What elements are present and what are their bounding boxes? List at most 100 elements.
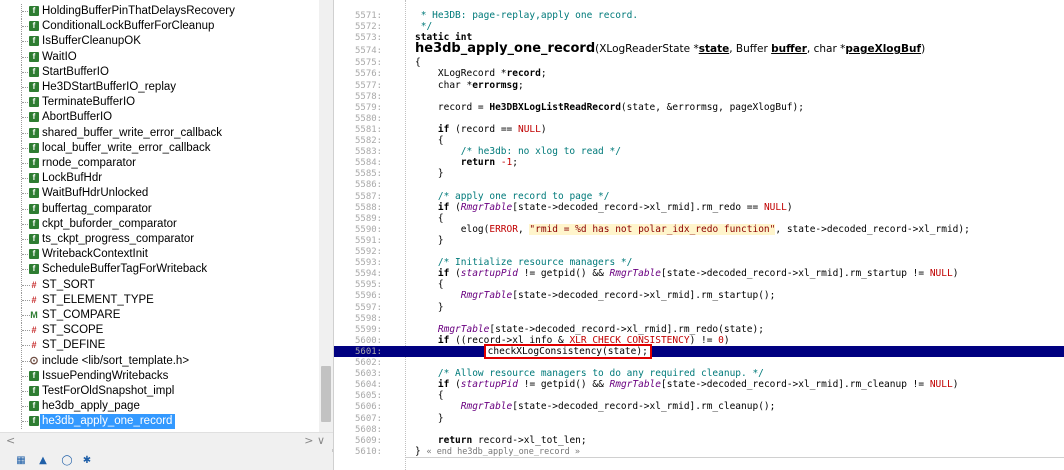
symbol-item-label: WritebackContextInit (42, 248, 148, 261)
function-icon (29, 82, 39, 92)
function-icon (29, 21, 39, 32)
symbol-item[interactable]: ConditionalLockBufferForCleanup (0, 19, 319, 35)
function-icon (29, 386, 39, 396)
symbol-item[interactable]: ST_ELEMENT_TYPE (0, 292, 319, 308)
settings-icon[interactable]: ✱ (80, 455, 94, 467)
symbol-item[interactable]: TestForOldSnapshot_impl (0, 384, 319, 399)
editor-bottom-rule (406, 457, 1064, 458)
function-icon (29, 97, 39, 108)
code-line: 5592: (334, 246, 1064, 257)
code-line: 5595: { (334, 279, 1064, 290)
symbol-item[interactable]: ST_SCOPE (0, 323, 319, 339)
symbol-item-label: ST_SCOPE (42, 324, 104, 337)
vertical-scrollbar-thumb[interactable] (321, 366, 331, 422)
scroll-left-arrow-icon[interactable]: < (6, 434, 15, 447)
symbol-item-label: IssuePendingWritebacks (42, 369, 169, 382)
symbol-item[interactable]: StartBufferIO (0, 64, 319, 80)
symbol-item[interactable]: TerminateBufferIO (0, 95, 319, 111)
code-line: 5610:} « end he3db_apply_one_record » (334, 446, 1064, 457)
symbol-item-label: ST_SORT (42, 278, 95, 291)
line-number: 5610: (355, 446, 383, 457)
function-icon (29, 188, 39, 199)
code-line: 5606: RmgrTable[state->decoded_record->x… (334, 401, 1064, 412)
include-icon (29, 356, 39, 366)
symbol-item[interactable]: He3DStartBufferIO_replay (0, 80, 319, 95)
function-icon (29, 173, 39, 184)
code-line: 5609: return record->xl_tot_len; (334, 435, 1064, 446)
scroll-right-arrow-icon[interactable]: > ∨ (304, 434, 325, 447)
symbol-item[interactable]: buffertag_comparator (0, 201, 319, 217)
function-icon (29, 66, 39, 77)
macro-icon (29, 325, 39, 335)
symbol-item-label: TestForOldSnapshot_impl (42, 385, 175, 397)
symbol-item-label: buffertag_comparator (42, 202, 152, 215)
symbol-item[interactable]: local_buffer_write_error_callback (0, 140, 319, 156)
code-line: 5587: /* apply one record to page */ (334, 191, 1064, 202)
horizontal-scrollbar[interactable]: < > ∨ (0, 432, 333, 449)
function-icon (29, 401, 39, 412)
symbol-item[interactable]: ckpt_buforder_comparator (0, 216, 319, 232)
sort-icon[interactable]: ▲ (36, 455, 50, 467)
function-icon (29, 142, 39, 153)
symbol-item[interactable]: include <lib/sort_template.h> (0, 353, 319, 369)
code-line: 5598: (334, 313, 1064, 324)
filter-icon[interactable]: ◯ (60, 455, 74, 467)
code-line: 5576: XLogRecord *record; (334, 68, 1064, 79)
symbol-item[interactable]: AbortBufferIO (0, 110, 319, 126)
symbol-item-label: AbortBufferIO (42, 111, 113, 124)
function-icon (29, 264, 39, 275)
symbol-item[interactable]: IsBufferCleanupOK (0, 34, 319, 50)
symbol-item[interactable]: LockBufHdr (0, 171, 319, 187)
list-view-icon[interactable]: ▦ (14, 455, 28, 467)
symbol-item-label: WaitBufHdrUnlocked (42, 187, 149, 200)
symbol-item-label: rnode_comparator (42, 157, 136, 169)
code-line: 5607: } (334, 413, 1064, 424)
symbol-item-label: ts_ckpt_progress_comparator (42, 233, 195, 245)
symbol-item[interactable]: WaitBufHdrUnlocked (0, 186, 319, 202)
symbol-item-label: ST_DEFINE (42, 339, 106, 352)
symbol-tree[interactable]: HoldingBufferPinThatDelaysRecovery Condit… (0, 0, 319, 432)
symbol-item[interactable]: ts_ckpt_progress_comparator (0, 232, 319, 247)
code-line: 5582: { (334, 135, 1064, 146)
code-line: 5586: (334, 179, 1064, 190)
symbol-item[interactable]: ST_SORT (0, 277, 319, 293)
function-signature: he3db_apply_one_record(XLogReaderState *… (415, 41, 926, 57)
symbol-item-label: shared_buffer_write_error_callback (42, 126, 223, 139)
symbol-panel: HoldingBufferPinThatDelaysRecovery Condit… (0, 0, 333, 470)
symbol-item-label: he3db_apply_page (42, 400, 140, 413)
code-line: 5572: */ (334, 21, 1064, 32)
code-line: 5577: char *errormsg; (334, 80, 1064, 91)
code-line: 5574: he3db_apply_one_record(XLogReaderSt… (334, 41, 1064, 57)
macro-icon (29, 280, 39, 290)
symbol-item[interactable]: HoldingBufferPinThatDelaysRecovery (0, 4, 319, 19)
symbol-item[interactable]: WritebackContextInit (0, 247, 319, 263)
code-line: 5580: (334, 113, 1064, 124)
code-line: 5605: { (334, 390, 1064, 401)
symbol-item[interactable]: IssuePendingWritebacks (0, 368, 319, 384)
symbol-item[interactable]: he3db_apply_one_record (0, 414, 319, 430)
symbol-item[interactable]: rnode_comparator (0, 156, 319, 171)
code-line: 5584: return -1; (334, 157, 1064, 168)
symbol-item-label: ST_COMPARE (42, 309, 121, 321)
symbol-item[interactable]: he3db_apply_page (0, 399, 319, 415)
vertical-scrollbar[interactable] (319, 0, 333, 432)
symbol-item[interactable]: ScheduleBufferTagForWriteback (0, 262, 319, 278)
code-line: 5597: } (334, 302, 1064, 313)
function-icon (29, 234, 39, 244)
code-editor[interactable]: 5571: * He3DB: page-replay,apply one rec… (333, 0, 1064, 470)
symbol-item[interactable]: ST_DEFINE (0, 338, 319, 354)
symbol-item[interactable]: WaitIO (0, 49, 319, 65)
code-line: 5579: record = He3DBXLogListReadRecord(s… (334, 102, 1064, 113)
function-icon (29, 51, 39, 62)
symbol-item[interactable]: ST_COMPARE (0, 308, 319, 323)
symbol-item-label: ConditionalLockBufferForCleanup (42, 20, 215, 33)
symbol-item[interactable]: shared_buffer_write_error_callback (0, 125, 319, 141)
symbol-item-label: local_buffer_write_error_callback (42, 141, 211, 154)
symbol-item-label: ScheduleBufferTagForWriteback (42, 263, 208, 276)
symbol-item-label: he3db_apply_one_record (40, 414, 176, 430)
code-line: 5599: RmgrTable[state->decoded_record->x… (334, 324, 1064, 335)
function-icon (29, 127, 39, 138)
code-line: 5594: if (startupPid != getpid() && Rmgr… (334, 268, 1064, 279)
code-line: 5585: } (334, 168, 1064, 179)
symbol-item-label: StartBufferIO (42, 65, 109, 78)
